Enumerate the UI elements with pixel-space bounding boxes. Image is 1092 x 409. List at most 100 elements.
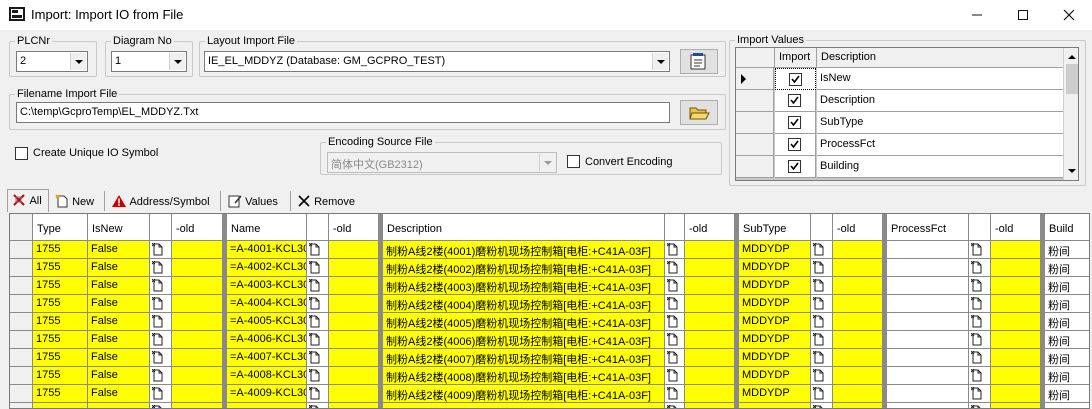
cell-icon[interactable] bbox=[150, 313, 172, 331]
cell-description[interactable]: 制粉A线2楼(4004)磨粉机现场控制箱[电柜:+C41A-03F] bbox=[383, 295, 665, 313]
import-checkbox[interactable] bbox=[788, 94, 801, 107]
cell-old-subtype[interactable] bbox=[833, 295, 883, 313]
encoding-select[interactable]: 简体中文(GB2312) bbox=[327, 152, 557, 173]
iv-row[interactable]: Description bbox=[736, 90, 1078, 112]
cell-old-name[interactable] bbox=[329, 241, 379, 259]
cell-old-isnew[interactable] bbox=[172, 349, 223, 367]
cell-description[interactable] bbox=[383, 403, 665, 408]
iv-import-cell[interactable] bbox=[775, 90, 816, 112]
row-header[interactable] bbox=[10, 367, 33, 385]
cell-icon[interactable] bbox=[665, 313, 685, 331]
cell-processfct[interactable] bbox=[887, 259, 969, 277]
cell-old-name[interactable] bbox=[329, 349, 379, 367]
cell-old-processfct[interactable] bbox=[991, 277, 1041, 295]
cell-name[interactable]: =A-4007-KCL30 bbox=[227, 349, 307, 367]
cell-icon[interactable] bbox=[811, 313, 833, 331]
cell-type[interactable]: 1755 bbox=[33, 331, 88, 349]
cell-old-description[interactable] bbox=[685, 295, 735, 313]
cell-icon[interactable] bbox=[969, 331, 991, 349]
iv-row[interactable]: IsNew bbox=[736, 68, 1078, 90]
tab-remove[interactable]: Remove bbox=[293, 191, 365, 211]
cell-old-subtype[interactable] bbox=[833, 367, 883, 385]
cell-building[interactable] bbox=[1045, 403, 1089, 408]
cell-old-description[interactable] bbox=[685, 331, 735, 349]
cell-icon[interactable] bbox=[969, 367, 991, 385]
cell-building[interactable]: 粉间 bbox=[1045, 259, 1089, 277]
col-header-icon[interactable] bbox=[150, 214, 172, 241]
cell-old-subtype[interactable] bbox=[833, 385, 883, 403]
cell-description[interactable]: 制粉A线2楼(4001)磨粉机现场控制箱[电柜:+C41A-03F] bbox=[383, 241, 665, 259]
cell-building[interactable]: 粉间 bbox=[1045, 367, 1089, 385]
cell-name[interactable]: =A-4008-KCL30 bbox=[227, 367, 307, 385]
cell-old-description[interactable] bbox=[685, 403, 735, 408]
cell-subtype[interactable]: MDDYDP bbox=[739, 367, 811, 385]
import-checkbox[interactable] bbox=[788, 138, 801, 151]
cell-icon[interactable] bbox=[811, 385, 833, 403]
cell-old-subtype[interactable] bbox=[833, 313, 883, 331]
cell-old-processfct[interactable] bbox=[991, 385, 1041, 403]
cell-processfct[interactable] bbox=[887, 403, 969, 408]
cell-icon[interactable] bbox=[307, 367, 329, 385]
cell-old-processfct[interactable] bbox=[991, 295, 1041, 313]
cell-subtype[interactable]: MDDYDP bbox=[739, 313, 811, 331]
cell-icon[interactable] bbox=[307, 313, 329, 331]
cell-isnew[interactable]: False bbox=[88, 313, 150, 331]
col-header-building[interactable]: Build bbox=[1045, 214, 1089, 241]
cell-icon[interactable] bbox=[665, 403, 685, 408]
cell-type[interactable]: 1755 bbox=[33, 295, 88, 313]
cell-type[interactable]: 1755 bbox=[33, 259, 88, 277]
col-header-icon[interactable] bbox=[969, 214, 991, 241]
chevron-down-icon[interactable] bbox=[70, 53, 86, 70]
close-button[interactable] bbox=[1046, 0, 1092, 30]
cell-isnew[interactable]: False bbox=[88, 331, 150, 349]
cell-processfct[interactable] bbox=[887, 277, 969, 295]
cell-isnew[interactable]: False bbox=[88, 277, 150, 295]
column-splitter[interactable] bbox=[1041, 214, 1045, 408]
cell-icon[interactable] bbox=[307, 241, 329, 259]
col-header-description[interactable]: Description bbox=[383, 214, 665, 241]
cell-icon[interactable] bbox=[969, 277, 991, 295]
import-values-scrollbar[interactable] bbox=[1063, 48, 1078, 180]
tab-values[interactable]: Values bbox=[223, 191, 291, 211]
cell-icon[interactable] bbox=[307, 331, 329, 349]
cell-description[interactable]: 制粉A线2楼(4006)磨粉机现场控制箱[电柜:+C41A-03F] bbox=[383, 331, 665, 349]
cell-old-subtype[interactable] bbox=[833, 349, 883, 367]
cell-isnew[interactable]: False bbox=[88, 367, 150, 385]
cell-icon[interactable] bbox=[811, 403, 833, 408]
cell-subtype[interactable]: MDDYDP bbox=[739, 259, 811, 277]
cell-old-isnew[interactable] bbox=[172, 277, 223, 295]
row-header[interactable] bbox=[10, 241, 33, 259]
cell-icon[interactable] bbox=[969, 403, 991, 408]
col-header-old-name[interactable]: -old bbox=[329, 214, 379, 241]
cell-icon[interactable] bbox=[307, 385, 329, 403]
cell-name[interactable] bbox=[227, 403, 307, 408]
iv-import-cell[interactable] bbox=[775, 68, 816, 90]
cell-icon[interactable] bbox=[665, 259, 685, 277]
cell-icon[interactable] bbox=[665, 331, 685, 349]
cell-old-subtype[interactable] bbox=[833, 259, 883, 277]
row-header[interactable] bbox=[10, 331, 33, 349]
cell-isnew[interactable]: False bbox=[88, 385, 150, 403]
col-header-type[interactable]: Type bbox=[33, 214, 88, 241]
cell-type[interactable]: 1755 bbox=[33, 367, 88, 385]
cell-processfct[interactable] bbox=[887, 295, 969, 313]
cell-icon[interactable] bbox=[811, 259, 833, 277]
cell-processfct[interactable] bbox=[887, 349, 969, 367]
cell-old-processfct[interactable] bbox=[991, 367, 1041, 385]
cell-type[interactable] bbox=[33, 403, 88, 408]
plcnr-select[interactable]: 2 bbox=[16, 51, 88, 72]
cell-name[interactable]: =A-4001-KCL30 bbox=[227, 241, 307, 259]
cell-processfct[interactable] bbox=[887, 385, 969, 403]
cell-building[interactable]: 粉间 bbox=[1045, 241, 1089, 259]
col-header-processfct[interactable]: ProcessFct bbox=[887, 214, 969, 241]
cell-subtype[interactable]: MDDYDP bbox=[739, 349, 811, 367]
cell-old-isnew[interactable] bbox=[172, 367, 223, 385]
iv-description-cell[interactable]: ProcessFct bbox=[817, 134, 1063, 156]
cell-icon[interactable] bbox=[665, 385, 685, 403]
col-header-icon[interactable] bbox=[307, 214, 329, 241]
cell-processfct[interactable] bbox=[887, 367, 969, 385]
cell-building[interactable]: 粉间 bbox=[1045, 277, 1089, 295]
cell-old-name[interactable] bbox=[329, 367, 379, 385]
layout-select[interactable]: IE_EL_MDDYZ (Database: GM_GCPRO_TEST) bbox=[204, 51, 670, 72]
cell-old-subtype[interactable] bbox=[833, 241, 883, 259]
